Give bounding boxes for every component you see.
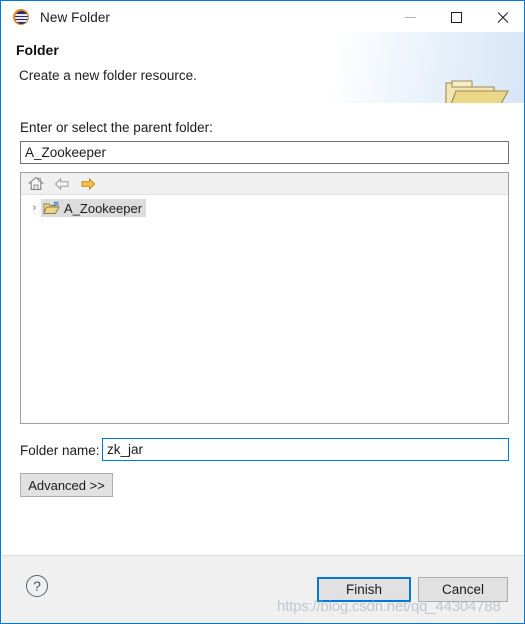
dialog-footer: ? Finish Cancel [2,556,524,623]
parent-folder-input[interactable] [20,141,509,164]
help-button[interactable]: ? [26,575,48,597]
window-controls [387,2,524,32]
tree-item-a-zookeeper[interactable]: › A_Zookeeper [21,199,508,217]
home-icon[interactable] [27,176,44,192]
minimize-icon [404,16,416,18]
header-title: Folder [16,42,59,58]
chevron-right-icon[interactable]: › [28,199,41,217]
maximize-icon [450,11,462,23]
forward-arrow-icon[interactable] [79,176,96,192]
back-arrow-icon[interactable] [53,176,70,192]
new-folder-dialog: New Folder Folder Create a new folder re… [0,0,525,624]
maximize-button[interactable] [433,2,479,32]
open-folder-icon [445,80,509,103]
tree-item-label: A_Zookeeper [64,200,143,216]
close-button[interactable] [479,2,524,32]
parent-folder-label: Enter or select the parent folder: [20,120,213,135]
dialog-body: Enter or select the parent folder: A_Zoo… [2,103,524,555]
folder-tree[interactable]: › A_Zookeeper [21,195,508,217]
finish-button[interactable]: Finish [317,577,411,602]
dialog-header: Folder Create a new folder resource. [2,32,524,103]
folder-icon [43,201,60,214]
folder-tree-panel: › A_Zookeeper [20,172,509,424]
folder-name-label: Folder name: [20,443,100,458]
eclipse-icon [13,8,31,26]
close-icon [496,11,509,24]
header-subtitle: Create a new folder resource. [19,68,197,83]
cancel-button[interactable]: Cancel [418,577,508,602]
advanced-button[interactable]: Advanced >> [20,473,113,497]
tree-toolbar [21,173,508,195]
window-title: New Folder [40,9,111,25]
folder-name-input[interactable] [102,438,509,461]
minimize-button[interactable] [387,2,433,32]
title-bar[interactable]: New Folder [2,2,524,32]
